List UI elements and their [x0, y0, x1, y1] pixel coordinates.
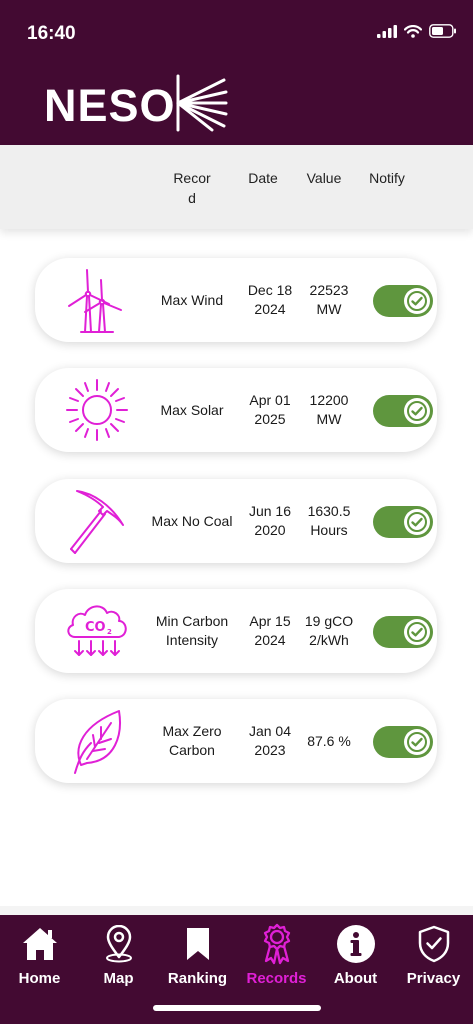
check-icon	[407, 622, 427, 642]
home-indicator[interactable]	[153, 1005, 321, 1011]
record-value: 1630.5 Hours	[307, 503, 351, 538]
logo-text: NESO	[44, 79, 176, 131]
wifi-icon	[404, 24, 422, 38]
record-card: Max No Coal Jun 16 2020 1630.5 Hours	[35, 479, 437, 563]
notify-toggle[interactable]	[373, 395, 433, 427]
content-bottom-divider	[0, 906, 473, 915]
record-name: Max Zero Carbon	[162, 723, 222, 758]
shield-check-icon	[418, 925, 449, 963]
notify-toggle[interactable]	[373, 726, 433, 758]
neso-logo: NESO	[44, 74, 228, 132]
check-icon	[407, 732, 427, 752]
nav-label: Home	[18, 970, 61, 987]
record-card: Max Solar Apr 01 2025 12200 MW	[35, 368, 437, 452]
record-card: Max Zero Carbon Jan 04 2023 87.6 %	[35, 699, 437, 783]
logo-mark-icon	[176, 74, 228, 132]
record-name: Max Wind	[160, 291, 224, 308]
signal-icon	[377, 24, 397, 38]
svg-text:CO: CO	[85, 620, 106, 635]
leaf-icon	[74, 710, 121, 774]
record-card: CO 2 Min Carbon Intensity Apr 15 2024 19…	[35, 589, 437, 673]
nav-label: Privacy	[406, 970, 461, 987]
column-value: Value	[306, 170, 342, 186]
check-icon	[407, 512, 427, 532]
record-value: 22523 MW	[309, 282, 349, 317]
toggle-knob	[404, 509, 430, 535]
app-header: 16:40 NESO	[0, 0, 473, 145]
record-date: Dec 18 2024	[247, 282, 293, 317]
column-header-bar: Recor d Date Value Notify	[0, 145, 473, 229]
svg-text:2: 2	[107, 628, 112, 636]
notify-toggle[interactable]	[373, 616, 433, 648]
nav-label: Map	[103, 970, 134, 987]
column-notify: Notify	[369, 170, 405, 186]
check-icon	[407, 401, 427, 421]
pickaxe-icon	[70, 490, 124, 554]
bookmark-icon	[186, 928, 209, 960]
wind-turbine-icon	[68, 269, 122, 333]
record-card: Max Wind Dec 18 2024 22523 MW	[35, 258, 437, 342]
home-icon	[22, 928, 57, 960]
co2-cloud-icon: CO 2	[67, 605, 127, 656]
record-name: Max No Coal	[151, 512, 233, 529]
toggle-knob	[404, 619, 430, 645]
record-date: Jun 16 2020	[248, 503, 292, 538]
nav-label: About	[333, 970, 378, 987]
record-value: 19 gCO2/kWh	[304, 613, 354, 648]
record-name: Max Solar	[160, 401, 224, 418]
battery-icon	[429, 24, 456, 38]
status-time: 16:40	[27, 23, 76, 44]
info-icon	[336, 925, 375, 963]
record-name: Min Carbon Intensity	[155, 613, 229, 648]
nav-label: Ranking	[167, 970, 228, 987]
map-pin-icon	[105, 925, 132, 963]
toggle-knob	[404, 398, 430, 424]
notify-toggle[interactable]	[373, 506, 433, 538]
check-icon	[407, 291, 427, 311]
nav-label: Records	[246, 970, 307, 987]
notify-toggle[interactable]	[373, 285, 433, 317]
column-record: Recor d	[173, 170, 211, 206]
toggle-knob	[404, 288, 430, 314]
award-ribbon-icon	[263, 923, 290, 965]
toggle-knob	[404, 729, 430, 755]
sun-icon	[66, 379, 128, 441]
record-date: Jan 04 2023	[248, 723, 292, 758]
record-date: Apr 01 2025	[249, 392, 291, 427]
record-date: Apr 15 2024	[249, 613, 291, 648]
column-date: Date	[248, 170, 278, 186]
record-value: 87.6 %	[307, 732, 351, 749]
record-value: 12200 MW	[309, 392, 349, 427]
status-icons	[377, 24, 457, 38]
